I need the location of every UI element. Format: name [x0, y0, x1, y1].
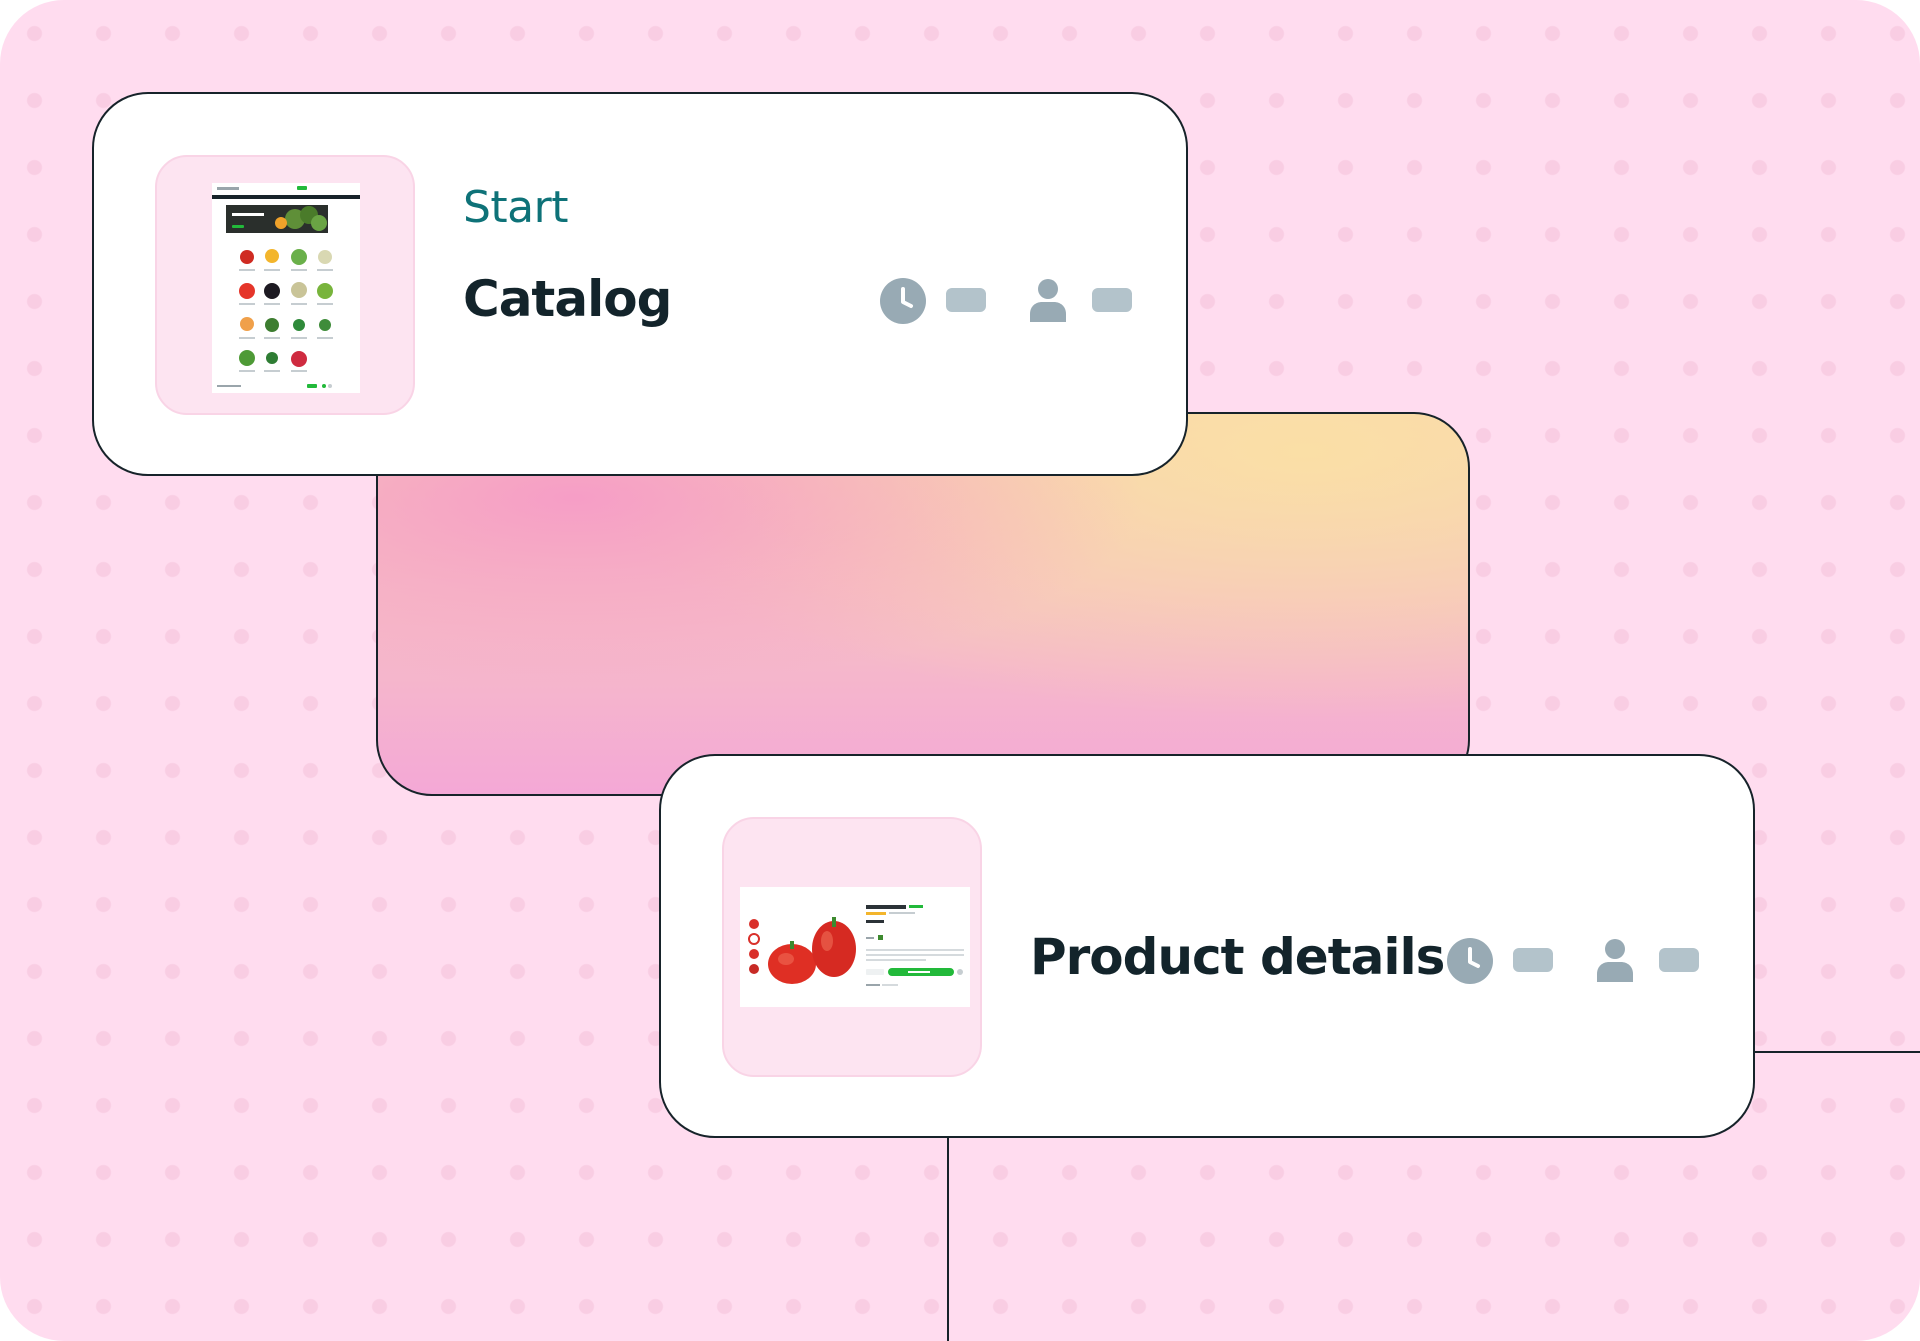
- step-card-catalog[interactable]: Start Catalog: [92, 92, 1188, 476]
- user-icon: [1030, 279, 1066, 322]
- audience-placeholder: [1659, 948, 1699, 972]
- catalog-page-preview: [212, 183, 360, 393]
- catalog-thumbnail: [155, 155, 415, 415]
- user-icon: [1597, 939, 1633, 982]
- duration-placeholder: [946, 288, 986, 312]
- audience-placeholder: [1092, 288, 1132, 312]
- product-page-preview: [740, 887, 970, 1007]
- duration-placeholder: [1513, 948, 1553, 972]
- clock-icon: [880, 278, 926, 324]
- step-title: Product details: [1030, 928, 1445, 986]
- connector-line-horizontal: [1754, 1051, 1920, 1053]
- journey-canvas: Start Catalog Product details: [0, 0, 1920, 1341]
- step-card-product-details[interactable]: Product details: [659, 754, 1755, 1138]
- step-kicker: Start: [463, 182, 569, 233]
- connector-line-vertical: [947, 1136, 949, 1341]
- product-details-thumbnail: [722, 817, 982, 1077]
- step-title: Catalog: [463, 270, 672, 328]
- clock-icon: [1447, 938, 1493, 984]
